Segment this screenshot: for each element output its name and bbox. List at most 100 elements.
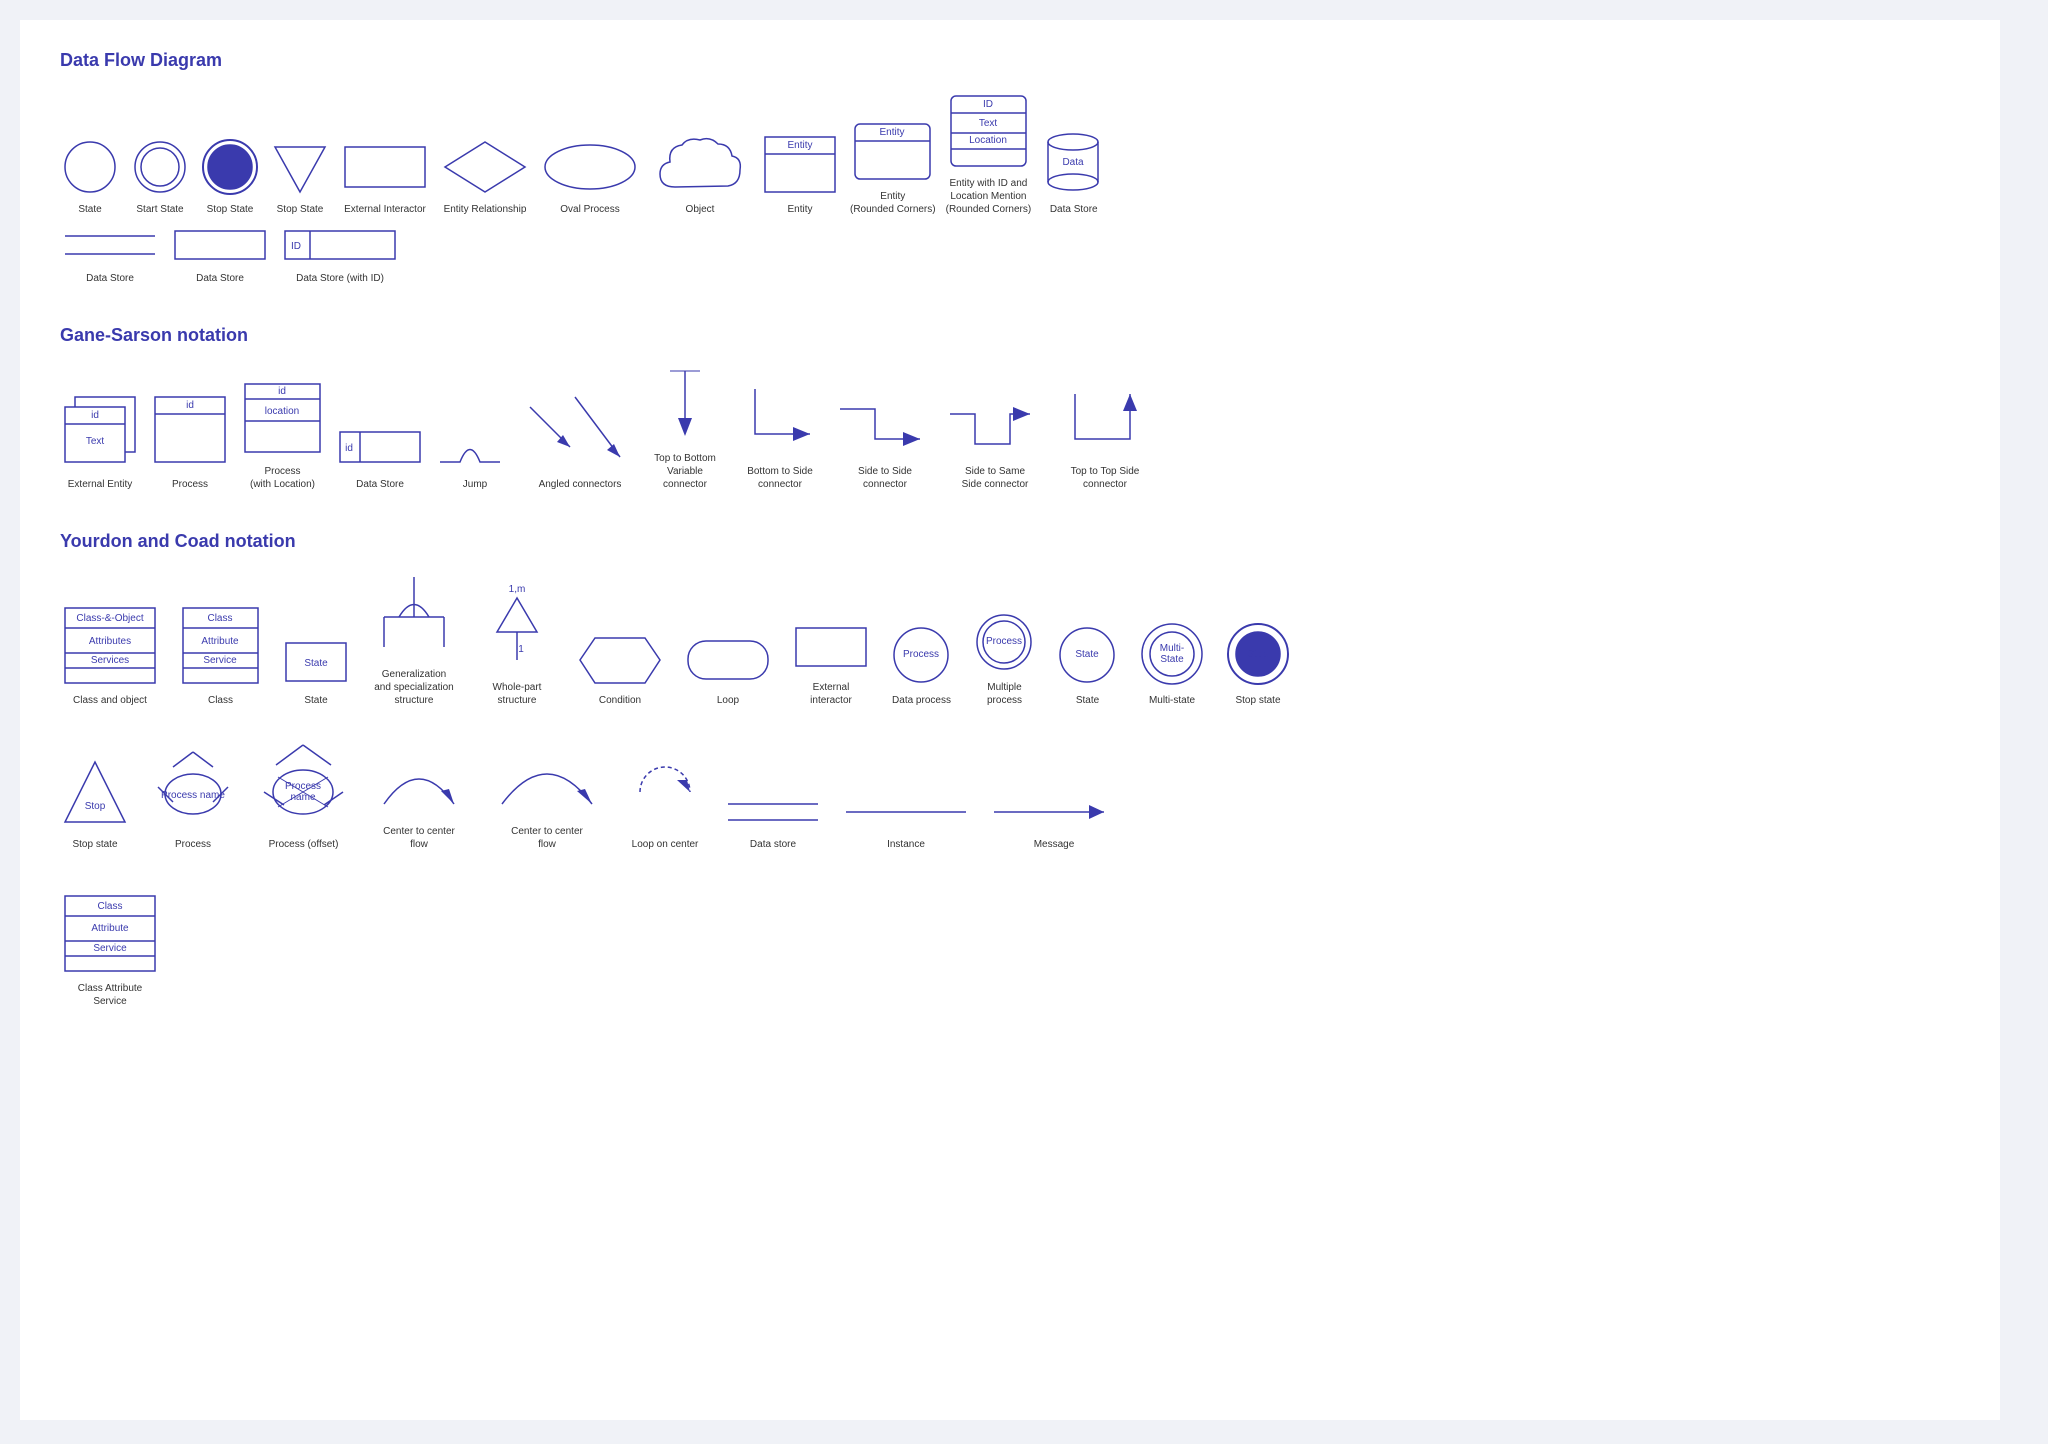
gs-shape-angled-connectors: Angled connectors [525,392,635,491]
gs-shape-bottom-to-side: Bottom to Sideconnector [735,379,825,491]
yc-row-2: Stop Stop state Process name Process [60,737,1960,851]
shape-oval-process: Oval Process [540,137,640,216]
yc-shape-generalization: Generalizationand specializationstructur… [369,572,459,707]
yc-label-state: State [304,694,327,707]
shape-data-store-id: ID Data Store (with ID) [280,226,400,285]
yc-shape-loop-center: Loop on center [625,752,705,851]
shape-stop-state-1: Stop State [200,137,260,216]
svg-text:name: name [290,792,315,803]
label-stop-state-1: Stop State [207,203,254,216]
yc-shape-multistate: Multi- State Multi-state [1138,620,1206,707]
yc-shape-process-offset: Process name Process (offset) [256,737,351,851]
shape-entity-rounded: Entity Entity(Rounded Corners) [850,119,936,216]
svg-text:Data: Data [1063,157,1085,168]
svg-text:State: State [1075,649,1099,660]
yc-label-instance: Instance [887,838,925,851]
yc-shape-stop-triangle: Stop Stop state [60,757,130,851]
dfd-row-2: Data Store Data Store ID Data Store (wit… [60,226,1960,285]
yc-label-class: Class [208,694,233,707]
svg-text:Service: Service [93,943,127,954]
gs-row-1: id Text External Entity id Process [60,366,1960,491]
gs-label-side-to-side: Side to Sideconnector [858,465,912,491]
gs-shape-jump: Jump [435,427,515,491]
svg-text:Service: Service [203,655,237,666]
section-class-attr-service: Class Attribute Service Class AttributeS… [60,891,1960,1008]
svg-text:Process: Process [986,636,1022,647]
label-data-store-lines: Data Store [86,272,134,285]
gs-label-jump: Jump [463,478,487,491]
gs-shape-process-location: id location Process(with Location) [240,379,325,491]
svg-text:Class: Class [207,613,232,624]
label-data-store-cylinder: Data Store [1050,203,1098,216]
yc-shape-state: State State [281,638,351,707]
yc-label-loop-center: Loop on center [632,838,699,851]
shape-stop-state-2: Stop State [270,137,330,216]
yc-shape-center-flow-2: Center to centerflow [487,739,607,851]
svg-text:id: id [186,400,194,411]
gs-shape-data-store: id Data Store [335,427,425,491]
yc-shape-message: Message [989,792,1119,851]
gs-label-top-to-bottom: Top to BottomVariableconnector [654,452,716,491]
yc-shape-condition: Condition [575,633,665,707]
cas-shape: Class Attribute Service Class AttributeS… [60,891,160,1008]
cas-label: Class AttributeService [78,982,142,1008]
gs-label-process-location: Process(with Location) [250,465,315,491]
gs-label-data-store: Data Store [356,478,404,491]
yc-label-multiple-process: Multipleprocess [987,681,1022,707]
shape-entity-relationship: Entity Relationship [440,137,530,216]
svg-text:Location: Location [969,135,1007,146]
yc-shape-data-store: Data store [723,792,823,851]
shape-object: Object [650,132,750,216]
svg-text:State: State [1160,654,1184,665]
yc-shape-data-process: Process Data process [889,623,954,707]
svg-text:1: 1 [518,644,524,655]
section-gane-sarson: Gane-Sarson notation id Text External En… [60,325,1960,491]
gs-shape-top-to-top: Top to Top Sideconnector [1055,379,1155,491]
yc-shape-loop: Loop [683,633,773,707]
svg-text:Entity: Entity [787,140,812,151]
yc-label-multistate: Multi-state [1149,694,1195,707]
shape-data-store-cylinder: Data Data Store [1041,127,1106,216]
yc-label-stop-state: Stop state [1235,694,1280,707]
dfd-row-1: State Start State Stop State [60,91,1960,216]
shape-external-interactor: External Interactor [340,137,430,216]
yc-label-message: Message [1034,838,1075,851]
gs-shape-side-to-side: Side to Sideconnector [835,389,935,491]
label-entity-1: Entity [787,203,812,216]
yc-label-state2: State [1076,694,1099,707]
shape-data-store-lines: Data Store [60,226,160,285]
section-yourdon-coad: Yourdon and Coad notation Class-&-Object… [60,531,1960,851]
svg-text:Text: Text [86,436,105,447]
yc-label-stop-triangle: Stop state [72,838,117,851]
shape-data-store-open: Data Store [170,226,270,285]
yc-shape-instance: Instance [841,792,971,851]
svg-text:Process: Process [903,649,939,660]
yc-label-class-object: Class and object [73,694,147,707]
yc-label-center-flow-2: Center to centerflow [511,825,583,851]
page: Data Flow Diagram State Start State [20,20,2000,1420]
label-data-store-open: Data Store [196,272,244,285]
yc-shape-class-object: Class-&-Object Attributes Services Class… [60,603,160,707]
svg-text:Stop: Stop [1248,649,1269,660]
yc-label-generalization: Generalizationand specializationstructur… [374,668,454,707]
gs-shape-side-to-same: Side to SameSide connector [945,389,1045,491]
gs-label-process: Process [172,478,208,491]
label-entity-relationship: Entity Relationship [444,203,527,216]
svg-text:Class-&-Object: Class-&-Object [76,613,143,624]
shape-entity-1: Entity Entity [760,132,840,216]
yc-label-process-offset: Process (offset) [269,838,339,851]
label-data-store-id: Data Store (with ID) [296,272,384,285]
svg-text:Class: Class [97,901,122,912]
yc-label-data-process: Data process [892,694,951,707]
svg-text:id: id [278,386,286,397]
label-entity-rounded: Entity(Rounded Corners) [850,190,936,216]
section-title-dfd: Data Flow Diagram [60,50,1960,71]
gs-label-external-entity: External Entity [68,478,132,491]
yc-shape-stop-state: Stop Stop state [1224,620,1292,707]
svg-text:State: State [304,658,328,669]
gs-shape-external-entity: id Text External Entity [60,392,140,491]
yc-label-data-store: Data store [750,838,796,851]
yc-shape-whole-part: 1,m 1 Whole-partstructure [477,580,557,707]
yc-label-center-flow-1: Center to centerflow [383,825,455,851]
yc-label-condition: Condition [599,694,641,707]
